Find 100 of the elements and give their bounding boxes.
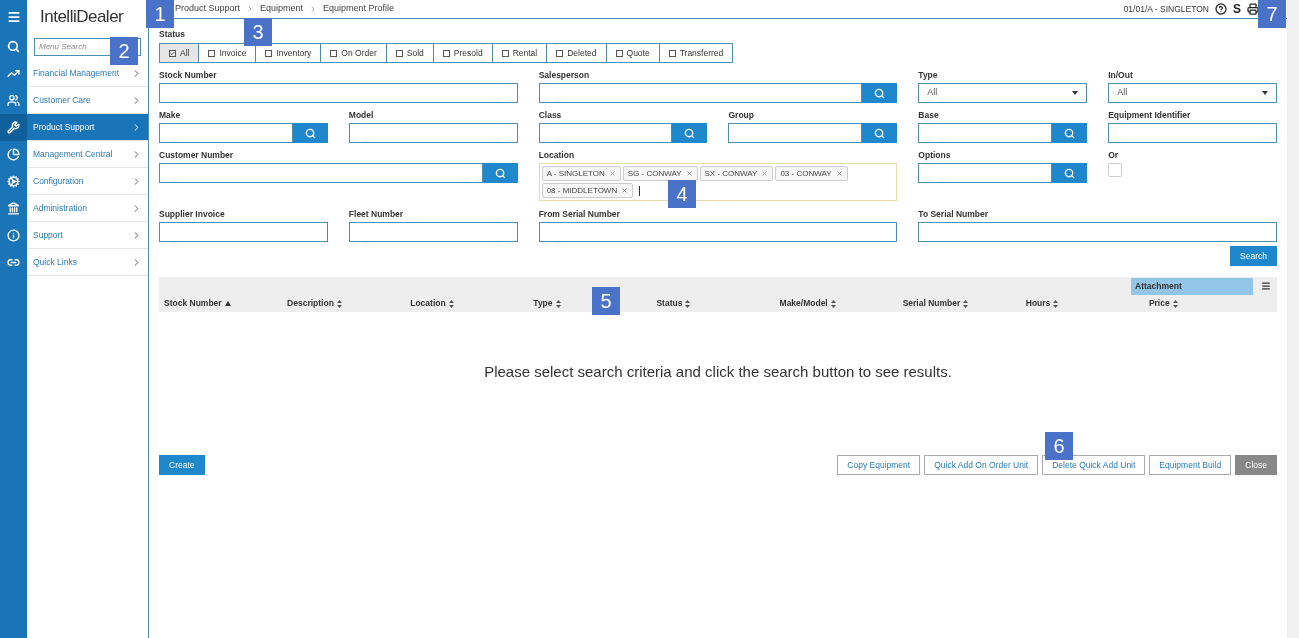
- sort-icon: [963, 299, 969, 308]
- field-label: Fleet Number: [348, 209, 405, 219]
- field-label: Options: [918, 150, 952, 160]
- location-tag: SX - CONWAY: [699, 166, 774, 181]
- status-toggle[interactable]: All: [159, 43, 200, 63]
- sort-icon: [685, 299, 691, 308]
- text-field[interactable]: [728, 123, 863, 143]
- column-header[interactable]: Hours: [1025, 297, 1059, 310]
- status-toggle[interactable]: On Order: [320, 43, 387, 63]
- sort-icon: [336, 299, 342, 308]
- search-icon: [7, 40, 20, 53]
- column-header[interactable]: Serial Number: [902, 297, 969, 310]
- column-header[interactable]: Status: [656, 297, 691, 310]
- breadcrumb-link[interactable]: Product Support: [175, 2, 241, 16]
- people-icon: [7, 94, 20, 107]
- sidebar-item[interactable]: Administration: [27, 195, 148, 222]
- dropdown[interactable]: All: [918, 83, 1088, 103]
- action-button[interactable]: Quick Add On Order Unit: [924, 455, 1039, 475]
- field-label: Customer Number: [159, 150, 235, 160]
- column-header[interactable]: Price: [1148, 297, 1178, 310]
- column-header[interactable]: Type: [533, 297, 561, 310]
- text-field[interactable]: [159, 123, 293, 143]
- lookup-button[interactable]: [292, 123, 328, 143]
- field-label: To Serial Number: [918, 209, 990, 219]
- status-toggle[interactable]: Deleted: [546, 43, 607, 63]
- search-icon: [304, 127, 316, 139]
- column-header[interactable]: Make/Model: [779, 297, 836, 310]
- status-toggle[interactable]: Inventory: [255, 43, 322, 63]
- menu-icon: [6, 9, 21, 24]
- lookup-button[interactable]: [1052, 123, 1088, 143]
- location-label: 01/01/A - SINGLETON: [1123, 2, 1209, 16]
- lookup-button[interactable]: [862, 123, 898, 143]
- field-label: Type: [918, 70, 939, 80]
- breadcrumb-link[interactable]: Equipment Profile: [323, 2, 395, 16]
- text-field[interactable]: [159, 83, 518, 103]
- search-button[interactable]: Search: [1230, 246, 1277, 266]
- sort-icon: [830, 299, 836, 308]
- column-header[interactable]: Stock Number: [164, 297, 231, 310]
- info-icon: [7, 229, 20, 242]
- text-field[interactable]: [348, 123, 518, 143]
- action-button[interactable]: Delete Quick Add Unit: [1042, 455, 1146, 475]
- menu-icon: [1261, 281, 1271, 291]
- search-icon: [1064, 167, 1076, 179]
- sidebar-item[interactable]: Configuration: [27, 168, 148, 195]
- text-field[interactable]: [538, 222, 898, 242]
- sort-icon: [1053, 299, 1059, 308]
- action-button[interactable]: Close: [1235, 455, 1277, 475]
- field-label: Model: [348, 110, 375, 120]
- status-toggle[interactable]: Presold: [432, 43, 493, 63]
- sidebar-item[interactable]: Product Support: [27, 114, 148, 141]
- checkbox[interactable]: [1108, 163, 1123, 177]
- text-field[interactable]: [1108, 123, 1277, 143]
- text-field[interactable]: [918, 222, 1277, 242]
- search-icon: [874, 127, 886, 139]
- create-button[interactable]: Create: [159, 455, 205, 475]
- location-tag: A - SINGLETON: [541, 166, 621, 181]
- location-tag: 03 - CONWAY: [775, 166, 848, 181]
- action-button[interactable]: Equipment Build: [1149, 455, 1232, 475]
- callout-badge: 6: [1045, 432, 1073, 460]
- dropdown-arrow-icon: [1262, 91, 1268, 95]
- status-toggle[interactable]: Transferred: [658, 43, 734, 63]
- dropdown[interactable]: All: [1108, 83, 1277, 103]
- lookup-button[interactable]: [672, 123, 708, 143]
- callout-badge: 5: [592, 287, 620, 315]
- sidebar-item[interactable]: Support: [27, 222, 148, 249]
- text-field[interactable]: [348, 222, 518, 242]
- scrollbar[interactable]: [1287, 0, 1299, 638]
- text-field[interactable]: [159, 163, 483, 183]
- field-label: Equipment Identifier: [1108, 110, 1192, 120]
- field-label: Stock Number: [159, 70, 218, 80]
- status-toggle[interactable]: Sold: [385, 43, 434, 63]
- sidebar-item[interactable]: Quick Links: [27, 249, 148, 276]
- printer-icon: [1247, 3, 1259, 15]
- lookup-button[interactable]: [482, 163, 518, 183]
- text-field[interactable]: [538, 83, 863, 103]
- column-header[interactable]: Description: [287, 297, 342, 310]
- field-label: From Serial Number: [538, 209, 621, 219]
- status-toggle[interactable]: Quote: [605, 43, 660, 63]
- action-button[interactable]: Copy Equipment: [837, 455, 921, 475]
- text-field[interactable]: [918, 123, 1053, 143]
- callout-badge: 2: [110, 37, 138, 65]
- text-field[interactable]: [538, 123, 673, 143]
- field-label: Salesperson: [538, 70, 591, 80]
- link-icon: [7, 256, 20, 269]
- field-label: Make: [159, 110, 182, 120]
- s-icon[interactable]: S: [1233, 0, 1241, 18]
- callout-badge: 1: [146, 0, 174, 28]
- status-toggle[interactable]: Rental: [491, 43, 548, 63]
- column-header[interactable]: Location: [410, 297, 454, 310]
- lookup-button[interactable]: [1052, 163, 1088, 183]
- status-label: Status: [159, 29, 185, 39]
- status-toggle[interactable]: Invoice: [198, 43, 257, 63]
- text-field[interactable]: [159, 222, 328, 242]
- text-field[interactable]: [918, 163, 1053, 183]
- empty-message: Please select search criteria and click the search button to see results.: [484, 361, 952, 382]
- logo: IntelliDealer: [40, 5, 124, 28]
- lookup-button[interactable]: [862, 83, 898, 103]
- search-icon: [874, 87, 886, 99]
- breadcrumb-link[interactable]: Equipment: [260, 2, 304, 16]
- sidebar-item[interactable]: Management Central: [27, 141, 148, 168]
